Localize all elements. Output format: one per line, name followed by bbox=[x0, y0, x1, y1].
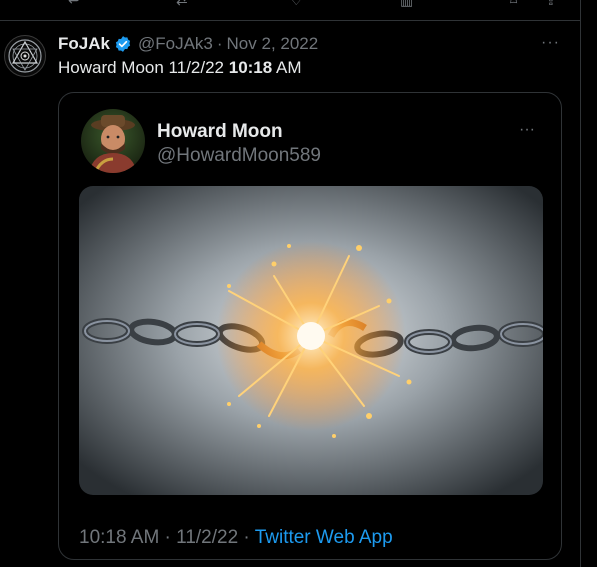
occult-sigil-icon bbox=[8, 39, 42, 73]
views-icon[interactable]: ▥ bbox=[400, 0, 413, 9]
author-handle[interactable]: @FoJAk3 bbox=[138, 34, 213, 54]
like-icon[interactable]: ♡ bbox=[290, 0, 303, 9]
broken-chain-image bbox=[79, 186, 543, 495]
tweet-date[interactable]: Nov 2, 2022 bbox=[227, 34, 319, 54]
author-avatar[interactable] bbox=[4, 35, 46, 77]
quoted-author-handle[interactable]: @HowardMoon589 bbox=[157, 145, 321, 167]
share-icon[interactable]: ⇪ bbox=[545, 0, 557, 9]
tweet-text: Howard Moon 11/2/22 10:18 AM bbox=[58, 58, 302, 78]
verified-badge-icon bbox=[115, 36, 131, 52]
quoted-tweet-card[interactable]: Howard Moon @HowardMoon589 ··· 10:18 AM … bbox=[58, 92, 562, 560]
quoted-footer: 10:18 AM · 11/2/22 · Twitter Web App bbox=[79, 527, 393, 549]
quoted-timestamp[interactable]: 10:18 AM · 11/2/22 · bbox=[79, 527, 255, 548]
quoted-author-avatar[interactable] bbox=[81, 109, 145, 173]
column-divider bbox=[580, 0, 581, 567]
quoted-media-image[interactable] bbox=[79, 186, 543, 495]
previous-tweet-action-bar: ↩ ⇄ ♡ ▥ ⌑ ⇪ bbox=[0, 0, 580, 21]
tweet-text-time: 10:18 bbox=[228, 58, 273, 77]
quoted-more-button[interactable]: ··· bbox=[519, 121, 535, 139]
tweet-header: FoJAk @FoJAk3 · Nov 2, 2022 bbox=[58, 34, 318, 54]
tweet-text-suffix: AM bbox=[272, 58, 302, 77]
tweet-text-prefix: Howard Moon 11/2/22 bbox=[58, 58, 229, 77]
retweet-icon[interactable]: ⇄ bbox=[176, 0, 188, 9]
reply-icon[interactable]: ↩ bbox=[68, 0, 80, 9]
header-separator: · bbox=[216, 34, 223, 53]
bookmark-icon[interactable]: ⌑ bbox=[510, 0, 517, 9]
quoted-author-name[interactable]: Howard Moon bbox=[157, 121, 283, 143]
tweet-more-button[interactable]: ··· bbox=[541, 34, 560, 52]
quoted-avatar-photo bbox=[81, 109, 145, 173]
author-name[interactable]: FoJAk bbox=[58, 34, 110, 54]
quoted-source-app-link[interactable]: Twitter Web App bbox=[255, 527, 393, 548]
